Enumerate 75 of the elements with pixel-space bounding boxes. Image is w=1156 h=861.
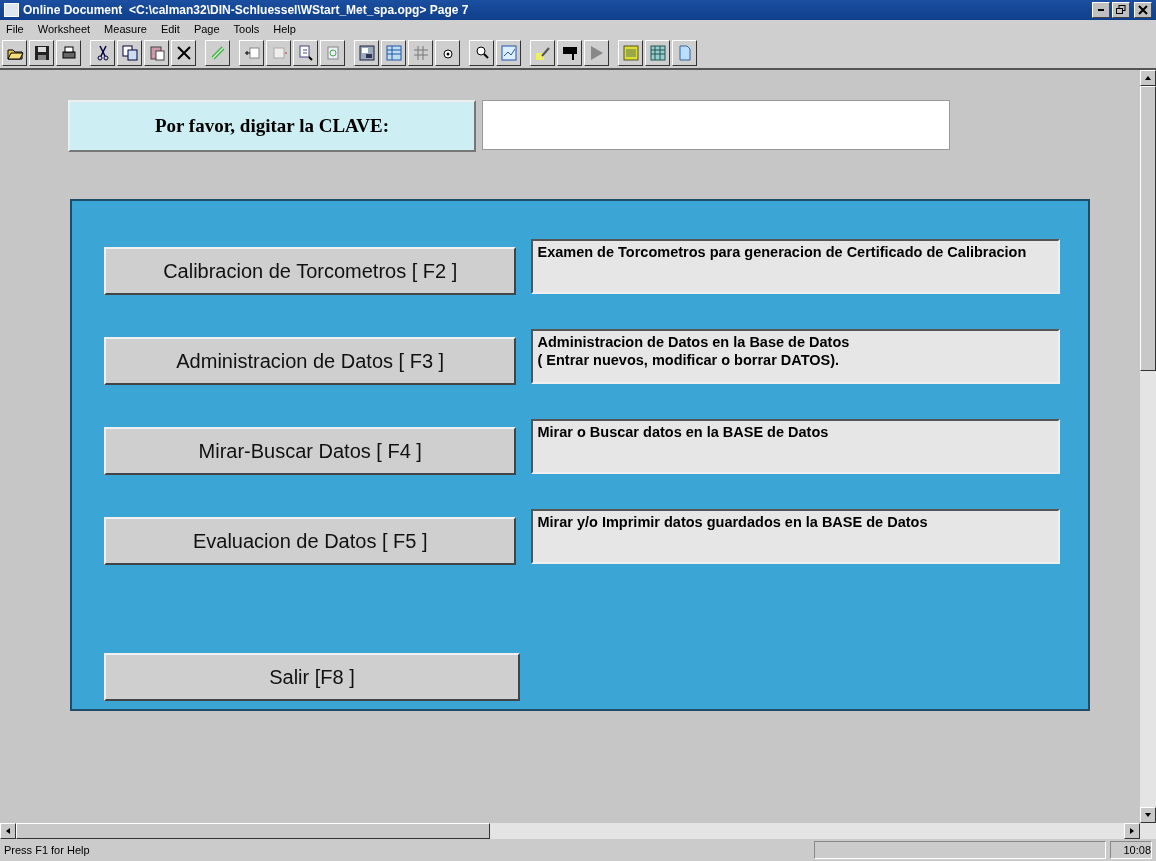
toolbar-button[interactable] [530,40,555,66]
copy-icon [120,44,139,62]
app-icon [4,3,19,17]
scroll-left-button[interactable] [0,823,16,839]
toolbar-button[interactable] [29,40,54,66]
password-label: Por favor, digitar la CLAVE: [68,100,476,152]
toolbar-button[interactable] [293,40,318,66]
delete-icon [174,44,193,62]
description-text: Mirar y/o Imprimir datos guardados en la BASE de Datos [531,509,1060,564]
grid-icon [411,44,430,62]
menu-button[interactable]: Evaluacion de Datos [ F5 ] [104,517,517,565]
toolbar-button[interactable] [171,40,196,66]
toolbar-button[interactable] [645,40,670,66]
vertical-scrollbar[interactable] [1140,70,1156,823]
printer-icon [59,44,78,62]
close-button[interactable] [1134,2,1152,18]
flag-icon [560,44,579,62]
exit-button[interactable]: Salir [F8 ] [104,653,520,701]
up-arrow-icon [1144,75,1152,81]
menu-item[interactable]: Edit [160,23,180,35]
toolbar-button[interactable] [584,40,609,66]
menu-item[interactable]: Tools [233,23,260,35]
toolbar-button[interactable] [408,40,433,66]
menu-item[interactable]: Page [193,23,220,35]
toolbar-button[interactable] [320,40,345,66]
status-message: Press F1 for Help [4,844,91,856]
toolbar-button[interactable] [354,40,379,66]
menu-button[interactable]: Mirar-Buscar Datos [ F4 ] [104,427,517,475]
toolbar-button[interactable] [557,40,582,66]
toolbar-button[interactable] [435,40,460,66]
scroll-down-button[interactable] [1140,807,1156,823]
close-icon [1138,5,1148,15]
form-icon [357,44,376,62]
right-arrow-icon [1129,827,1135,835]
scroll-up-button[interactable] [1140,70,1156,86]
restore-button[interactable] [1112,2,1130,18]
minimize-icon [1098,9,1104,11]
description-text: Examen de Torcometros para generacion de Certificado de Calibracion [531,239,1060,294]
menu-item[interactable]: Worksheet [37,23,91,35]
password-field[interactable] [482,100,950,150]
toolbar-button[interactable] [469,40,494,66]
toolbar-button[interactable] [381,40,406,66]
minimize-button[interactable] [1092,2,1110,18]
toolbar-button[interactable] [56,40,81,66]
menu-item[interactable]: Help [273,23,296,35]
scroll-thumb[interactable] [1140,86,1156,371]
toolbar-button[interactable] [618,40,643,66]
menu-button[interactable]: Administracion de Datos [ F3 ] [104,337,517,385]
down-arrow-icon [1144,812,1152,818]
menu-item[interactable]: File [6,23,24,35]
scroll-thumb[interactable] [16,823,490,839]
toolbar-button[interactable] [266,40,291,66]
toolbar-button[interactable] [144,40,169,66]
toolbar-button[interactable] [239,40,264,66]
spreadsheet-icon [648,44,667,62]
left-arrow-icon [5,827,11,835]
restore-icon [1116,5,1126,15]
description-text: Administracion de Datos en la Base de Datos ( Entrar nuevos, modificar o borrar DATOS). [531,329,1060,384]
status-time: 10:08 [1110,841,1152,859]
toolbar-button[interactable] [2,40,27,66]
menu-button[interactable]: Calibracion de Torcometros [ F2 ] [104,247,517,295]
horizontal-scrollbar[interactable] [0,823,1156,839]
toolbar-button[interactable] [90,40,115,66]
table-icon [384,44,403,62]
chart-icon [499,44,518,62]
paste-icon [147,44,166,62]
menu-item[interactable]: Measure [104,23,147,35]
toolbar-button[interactable] [117,40,142,66]
description-text: Mirar o Buscar datos en la BASE de Datos [531,419,1060,474]
toolbar-button[interactable] [496,40,521,66]
find-data-icon [296,44,315,62]
toolbar-button[interactable] [205,40,230,66]
window-title: Online Document <C:\calman32\DIN-Schluessel\WStart_Met_spa.opg> Page 7 [23,3,470,17]
toolbar-button[interactable] [672,40,697,66]
scroll-right-button[interactable] [1124,823,1140,839]
